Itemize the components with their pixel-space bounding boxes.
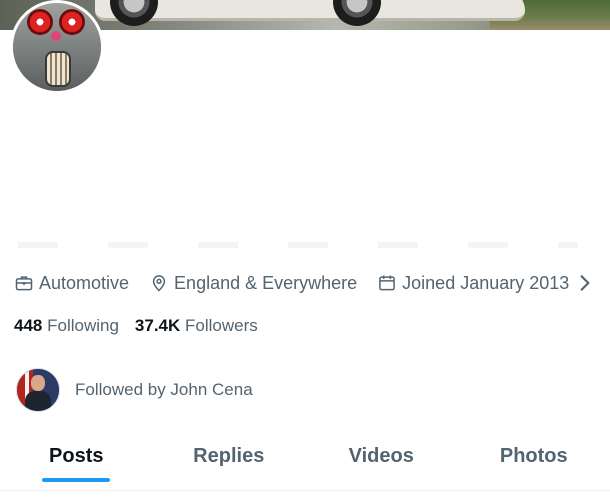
- followers-count: 37.4K: [134, 316, 181, 335]
- joined-label: Joined January 2013: [402, 272, 570, 293]
- tab-videos[interactable]: Videos: [305, 432, 458, 480]
- tab-photos[interactable]: Photos: [458, 432, 610, 480]
- follower-avatar: [16, 368, 60, 412]
- followers-label: Followers: [185, 316, 258, 335]
- following-label: Following: [47, 316, 119, 335]
- profile-tabs: Posts Replies Videos Photos: [0, 432, 610, 490]
- briefcase-icon: [15, 276, 33, 291]
- follower-avatar-shirt: [25, 391, 51, 411]
- tab-label: Videos: [348, 444, 414, 467]
- followed-by-row[interactable]: Followed by John Cena: [16, 368, 253, 412]
- avatar-mouth: [45, 51, 71, 87]
- profile-meta-row: Automotive England & Everywhere Joined J…: [14, 270, 600, 296]
- tab-label: Replies: [193, 444, 265, 467]
- followers-link[interactable]: 37.4K Followers: [135, 316, 258, 336]
- tab-posts[interactable]: Posts: [0, 432, 153, 482]
- category-label: Automotive: [39, 272, 130, 293]
- followed-by-text: Followed by John Cena: [75, 380, 253, 399]
- avatar-eye: [59, 9, 85, 35]
- bio-divider: [18, 242, 578, 248]
- tab-label: Posts: [49, 444, 104, 467]
- location-item: England & Everywhere: [149, 273, 357, 294]
- tabs-divider: [0, 490, 610, 491]
- category-item: Automotive: [14, 273, 129, 294]
- follower-avatar-head: [31, 375, 45, 391]
- location-label: England & Everywhere: [174, 272, 358, 293]
- following-link[interactable]: 448 Following: [14, 316, 119, 336]
- tab-label: Photos: [499, 444, 568, 467]
- follow-counts: 448 Following 37.4K Followers: [14, 316, 274, 336]
- calendar-icon: [379, 275, 395, 291]
- avatar-eye: [27, 9, 53, 35]
- profile-avatar[interactable]: [10, 0, 104, 94]
- location-pin-icon: [152, 275, 166, 292]
- active-tab-indicator: [42, 478, 111, 482]
- joined-item[interactable]: Joined January 2013: [377, 273, 600, 294]
- chevron-right-icon[interactable]: [575, 273, 595, 293]
- tab-replies[interactable]: Replies: [153, 432, 306, 480]
- banner-car: [95, 0, 525, 21]
- avatar-nose: [51, 31, 61, 41]
- following-count: 448: [14, 316, 43, 335]
